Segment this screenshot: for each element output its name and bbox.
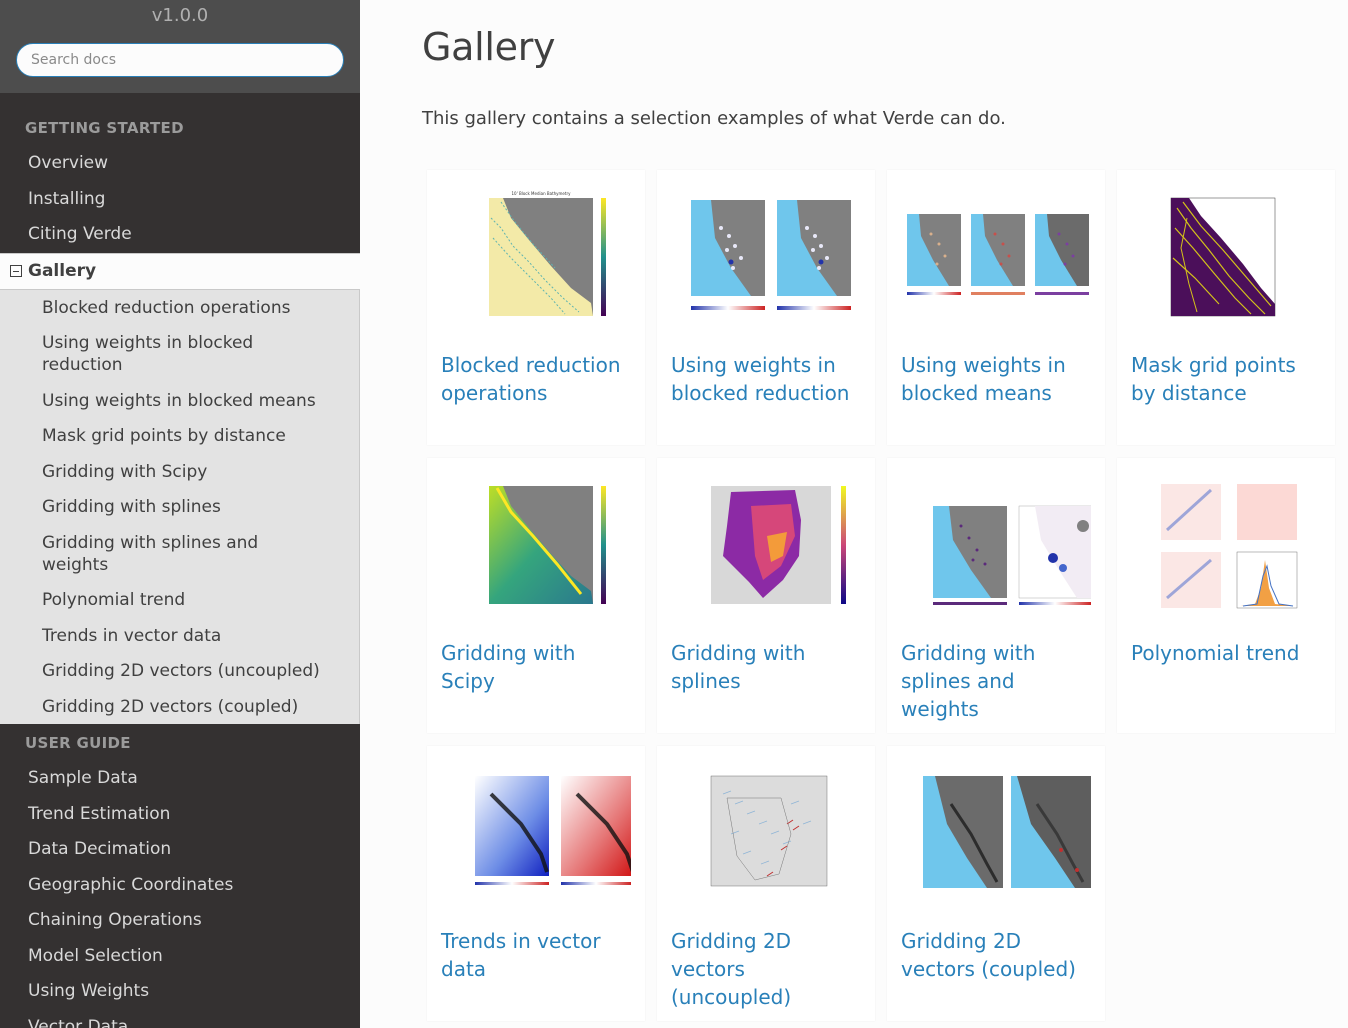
sidebar: v1.0.0 GETTING STARTED Overview Installi… — [0, 0, 360, 1028]
version-label: v1.0.0 — [151, 5, 209, 26]
sidebar-item-vector-data[interactable]: Vector Data — [0, 1010, 360, 1028]
subnav-item-weights-blocked-reduction[interactable]: Using weights in blocked reduction — [0, 325, 359, 383]
caption-getting-started: GETTING STARTED — [25, 119, 184, 137]
subnav-item-polynomial-trend[interactable]: Polynomial trend — [0, 582, 359, 618]
card-label: Gridding 2D vectors (coupled) — [901, 929, 1076, 981]
subnav-item-blocked-reduction[interactable]: Blocked reduction operations — [0, 290, 359, 326]
gallery-card-weights-blocked-means[interactable]: Using weights in blocked means — [887, 170, 1105, 445]
wind-map-thumbnail — [671, 764, 861, 904]
sidebar-item-geographic-coordinates[interactable]: Geographic Coordinates — [0, 868, 360, 904]
gallery-card-vectors-uncoupled[interactable]: Gridding 2D vectors (uncoupled) — [657, 746, 875, 1021]
sidebar-item-trend-estimation[interactable]: Trend Estimation — [0, 797, 360, 833]
sidebar-header: v1.0.0 — [0, 0, 360, 93]
page-title: Gallery — [422, 25, 556, 69]
velocity-maps-thumbnail — [901, 476, 1091, 616]
subnav-item-mask-grid[interactable]: Mask grid points by distance — [0, 418, 359, 454]
caption-user-guide: USER GUIDE — [25, 734, 131, 752]
gallery-card-gridding-splines[interactable]: Gridding with splines — [657, 458, 875, 733]
main-content: Gallery This gallery contains a selectio… — [360, 0, 1348, 1028]
collapse-icon[interactable] — [10, 265, 22, 277]
card-label: Gridding with Scipy — [441, 641, 576, 693]
subnav-item-vectors-uncoupled[interactable]: Gridding 2D vectors (uncoupled) — [0, 653, 359, 689]
card-label: Gridding with splines and weights — [901, 641, 1036, 721]
subnav-item-gridding-splines[interactable]: Gridding with splines — [0, 489, 359, 525]
card-label: Polynomial trend — [1131, 641, 1300, 665]
subnav-item-gridding-scipy[interactable]: Gridding with Scipy — [0, 454, 359, 490]
gps-vector-maps-thumbnail — [901, 764, 1091, 904]
gallery-card-vectors-coupled[interactable]: Gridding 2D vectors (coupled) — [887, 746, 1105, 1021]
search-box — [0, 29, 360, 77]
gallery-card-blocked-reduction[interactable]: 10' Block Median Bathymetry Blocked redu… — [427, 170, 645, 445]
sidebar-item-using-weights[interactable]: Using Weights — [0, 974, 360, 1010]
card-label: Using weights in blocked reduction — [671, 353, 850, 405]
card-label: Using weights in blocked means — [901, 353, 1066, 405]
gallery-card-mask-grid[interactable]: Mask grid points by distance — [1117, 170, 1335, 445]
sidebar-item-overview[interactable]: Overview — [0, 146, 360, 182]
bathymetry-map-thumbnail: 10' Block Median Bathymetry — [441, 188, 631, 328]
sidebar-item-gallery-label: Gallery — [28, 260, 97, 281]
temperature-map-thumbnail — [671, 476, 861, 616]
gallery-card-trends-vector[interactable]: Trends in vector data — [427, 746, 645, 1021]
card-label: Gridding with splines — [671, 641, 806, 693]
sidebar-item-sample-data[interactable]: Sample Data — [0, 761, 360, 797]
search-input[interactable] — [16, 43, 344, 77]
gallery-card-gridding-splines-weights[interactable]: Gridding with splines and weights — [887, 458, 1105, 733]
trend-panels-thumbnail — [1131, 476, 1321, 616]
sidebar-item-gallery[interactable]: Gallery — [0, 252, 360, 290]
intro-text: This gallery contains a selection exampl… — [422, 108, 1006, 129]
card-label: Gridding 2D vectors (uncoupled) — [671, 929, 792, 1009]
gallery-subnav: Blocked reduction operations Using weigh… — [0, 289, 360, 725]
card-label: Mask grid points by distance — [1131, 353, 1296, 405]
gallery-card-weights-blocked-reduction[interactable]: Using weights in blocked reduction — [657, 170, 875, 445]
svg-text:10' Block Median Bathymetry: 10' Block Median Bathymetry — [512, 191, 572, 196]
subnav-item-vectors-coupled[interactable]: Gridding 2D vectors (coupled) — [0, 689, 359, 725]
sidebar-item-model-selection[interactable]: Model Selection — [0, 939, 360, 975]
sidebar-item-installing[interactable]: Installing — [0, 182, 360, 218]
mask-map-thumbnail — [1131, 188, 1321, 328]
weights-maps-thumbnail — [671, 188, 861, 328]
subnav-item-weights-blocked-means[interactable]: Using weights in blocked means — [0, 383, 359, 419]
sidebar-item-chaining-operations[interactable]: Chaining Operations — [0, 903, 360, 939]
card-label: Trends in vector data — [441, 929, 601, 981]
sidebar-item-data-decimation[interactable]: Data Decimation — [0, 832, 360, 868]
subnav-item-gridding-splines-weights[interactable]: Gridding with splines and weights — [0, 525, 359, 583]
vector-trend-maps-thumbnail — [441, 764, 631, 904]
card-label: Blocked reduction operations — [441, 353, 621, 405]
gallery-card-gridding-scipy[interactable]: Gridding with Scipy — [427, 458, 645, 733]
uncertainty-maps-thumbnail — [901, 188, 1091, 328]
subnav-item-trends-vector[interactable]: Trends in vector data — [0, 618, 359, 654]
sidebar-item-citing-verde[interactable]: Citing Verde — [0, 217, 360, 253]
scipy-grid-map-thumbnail — [441, 476, 631, 616]
gallery-card-polynomial-trend[interactable]: Polynomial trend — [1117, 458, 1335, 733]
